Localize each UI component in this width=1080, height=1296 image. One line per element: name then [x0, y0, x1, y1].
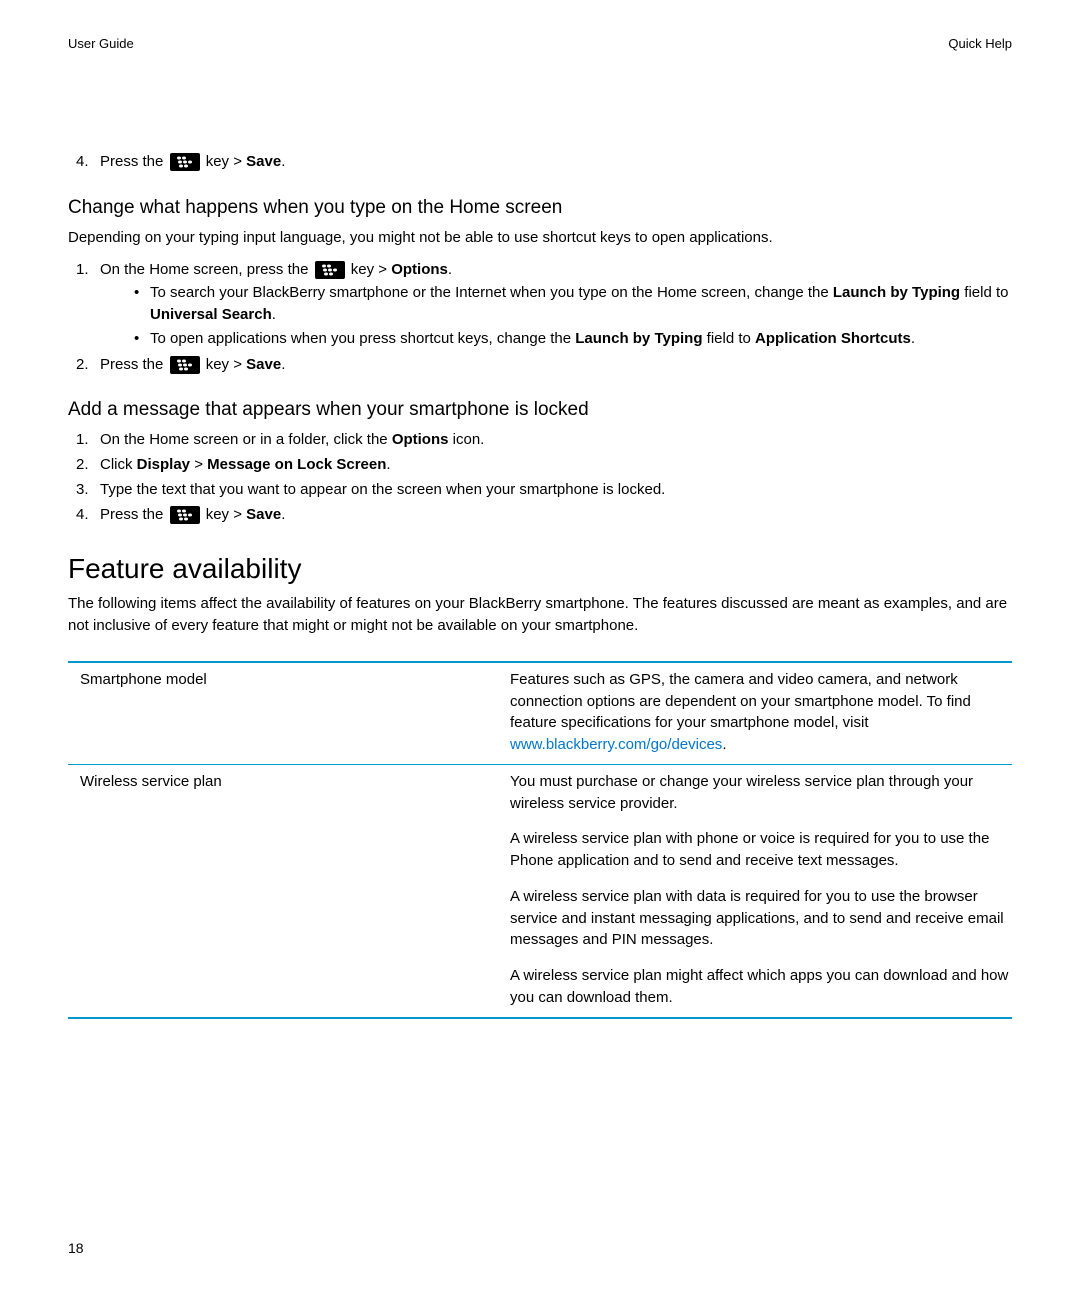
text: key > [202, 153, 247, 170]
list-item: 4. Press the key > Save. [68, 151, 1012, 173]
table-row: Wireless service plan You must purchase … [68, 765, 1012, 1019]
page-number: 18 [68, 1240, 84, 1256]
text-bold: Launch by Typing [833, 284, 960, 301]
blackberry-key-icon [170, 356, 200, 374]
page-header: User Guide Quick Help [68, 36, 1012, 51]
step-number: 1. [76, 259, 89, 281]
list-item: 4. Press the key > Save. [68, 504, 1012, 526]
text: key > [347, 261, 392, 278]
text: To open applications when you press shor… [150, 330, 575, 347]
paragraph: A wireless service plan might affect whi… [510, 965, 1012, 1009]
text: field to [703, 330, 756, 347]
text-bold: Application Shortcuts [755, 330, 911, 347]
text-bold: Save [246, 153, 281, 170]
steps-b: 1. On the Home screen or in a folder, cl… [68, 429, 1012, 525]
text: Type the text that you want to appear on… [100, 481, 665, 498]
text-bold: Save [246, 356, 281, 373]
heading-feature-availability: Feature availability [68, 553, 1012, 585]
text-bold: Options [392, 431, 449, 448]
feature-table: Smartphone model Features such as GPS, t… [68, 661, 1012, 1019]
blackberry-key-icon [315, 261, 345, 279]
text: key > [202, 356, 247, 373]
text: To search your BlackBerry smartphone or … [150, 284, 833, 301]
step-number: 2. [76, 354, 89, 376]
devices-link[interactable]: www.blackberry.com/go/devices [510, 736, 722, 753]
list-item: 1. On the Home screen, press the key > O… [68, 259, 1012, 350]
text: Click [100, 456, 137, 473]
list-item: To search your BlackBerry smartphone or … [100, 282, 1012, 326]
text: . [911, 330, 915, 347]
text: Press the [100, 153, 168, 170]
paragraph: A wireless service plan with data is req… [510, 886, 1012, 951]
text: Features such as GPS, the camera and vid… [510, 671, 971, 732]
text: . [281, 153, 285, 170]
text-bold: Universal Search [150, 306, 272, 323]
text: . [722, 736, 726, 753]
blackberry-key-icon [170, 153, 200, 171]
blackberry-key-icon [170, 506, 200, 524]
list-item: To open applications when you press shor… [100, 328, 1012, 350]
text: > [190, 456, 207, 473]
paragraph: A wireless service plan with phone or vo… [510, 828, 1012, 872]
text-bold: Save [246, 506, 281, 523]
text: On the Home screen or in a folder, click… [100, 431, 392, 448]
text: Press the [100, 506, 168, 523]
table-row: Smartphone model Features such as GPS, t… [68, 663, 1012, 765]
description: You must purchase or change your wireles… [510, 771, 1012, 1009]
body-text: The following items affect the availabil… [68, 593, 1012, 637]
step-number: 4. [76, 151, 89, 173]
subheading-change-typing: Change what happens when you type on the… [68, 197, 1012, 219]
page: User Guide Quick Help 4. Press the key >… [0, 0, 1080, 1296]
term: Smartphone model [68, 669, 510, 756]
list-item: 2. Press the key > Save. [68, 354, 1012, 376]
paragraph: You must purchase or change your wireles… [510, 771, 1012, 815]
text-bold: Display [137, 456, 190, 473]
prior-list: 4. Press the key > Save. [68, 151, 1012, 173]
text: On the Home screen, press the [100, 261, 313, 278]
step-number: 1. [76, 429, 89, 451]
step-number: 4. [76, 504, 89, 526]
body-text: Depending on your typing input language,… [68, 227, 1012, 249]
text: field to [960, 284, 1008, 301]
text: . [386, 456, 390, 473]
text-bold: Options [391, 261, 448, 278]
text: . [281, 356, 285, 373]
text: icon. [448, 431, 484, 448]
term: Wireless service plan [68, 771, 510, 1009]
sub-bullets: To search your BlackBerry smartphone or … [100, 282, 1012, 349]
text: Press the [100, 356, 168, 373]
subheading-add-message: Add a message that appears when your sma… [68, 399, 1012, 421]
text: key > [202, 506, 247, 523]
list-item: 1. On the Home screen or in a folder, cl… [68, 429, 1012, 451]
paragraph: Features such as GPS, the camera and vid… [510, 669, 1012, 756]
text: . [448, 261, 452, 278]
steps-a: 1. On the Home screen, press the key > O… [68, 259, 1012, 376]
text-bold: Message on Lock Screen [207, 456, 386, 473]
step-number: 2. [76, 454, 89, 476]
header-right: Quick Help [948, 36, 1012, 51]
header-left: User Guide [68, 36, 134, 51]
description: Features such as GPS, the camera and vid… [510, 669, 1012, 756]
list-item: 2. Click Display > Message on Lock Scree… [68, 454, 1012, 476]
text: . [281, 506, 285, 523]
text-bold: Launch by Typing [575, 330, 702, 347]
step-number: 3. [76, 479, 89, 501]
text: . [272, 306, 276, 323]
list-item: 3. Type the text that you want to appear… [68, 479, 1012, 501]
